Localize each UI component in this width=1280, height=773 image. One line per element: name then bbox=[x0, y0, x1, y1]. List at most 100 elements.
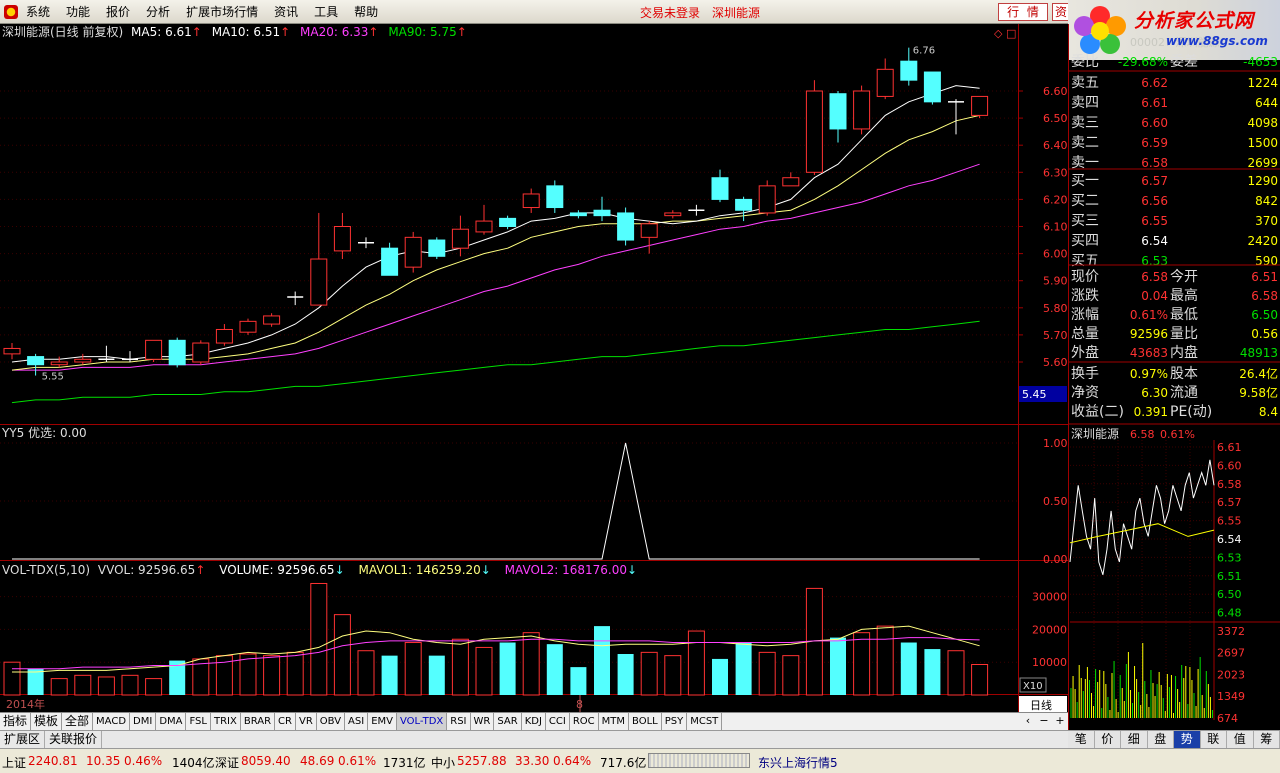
indicator-tab[interactable]: 模板 bbox=[31, 713, 63, 730]
tab-extension-area[interactable]: 扩展区 bbox=[0, 731, 46, 748]
indicator-tab[interactable]: DMI bbox=[130, 713, 157, 730]
candlestick[interactable] bbox=[805, 80, 823, 176]
right-panel-tab[interactable]: 值 bbox=[1227, 731, 1254, 748]
indicator-tab[interactable]: 指标 bbox=[0, 713, 32, 730]
volume-bar-down[interactable] bbox=[27, 668, 44, 695]
volume-bar-up[interactable] bbox=[475, 646, 493, 696]
candlestick[interactable] bbox=[168, 337, 186, 368]
volume-bar-down[interactable] bbox=[499, 642, 516, 695]
zoom-in-icon[interactable]: + bbox=[1052, 713, 1068, 730]
candlestick[interactable] bbox=[617, 207, 635, 246]
volume-bar-up[interactable] bbox=[758, 651, 776, 696]
volume-bar-up[interactable] bbox=[50, 678, 68, 696]
menu-analysis[interactable]: 分析 bbox=[138, 2, 178, 22]
menu-help[interactable]: 帮助 bbox=[346, 2, 386, 22]
candlestick[interactable] bbox=[971, 95, 989, 119]
indicator-tab[interactable]: DMA bbox=[156, 713, 187, 730]
indicator-tab[interactable]: FSL bbox=[186, 713, 211, 730]
indicator-tab[interactable]: BOLL bbox=[629, 713, 662, 730]
indicator-tab[interactable]: CR bbox=[275, 713, 296, 730]
right-panel-tab[interactable]: 盘 bbox=[1148, 731, 1174, 748]
menu-system[interactable]: 系统 bbox=[18, 2, 58, 22]
indicator-tab[interactable]: MCST bbox=[687, 713, 723, 730]
scroll-left-icon[interactable]: ‹ bbox=[1020, 713, 1036, 730]
menu-ext-market[interactable]: 扩展市场行情 bbox=[178, 2, 266, 22]
indicator-tab[interactable]: MACD bbox=[93, 713, 131, 730]
right-panel-tab[interactable]: 筹 bbox=[1254, 731, 1280, 748]
candlestick[interactable] bbox=[758, 180, 776, 216]
volume-bar-up[interactable] bbox=[640, 651, 658, 696]
volume-bar-up[interactable] bbox=[522, 632, 540, 696]
volume-bar-down[interactable] bbox=[712, 658, 728, 695]
indicator-tab[interactable]: MTM bbox=[599, 713, 630, 730]
volume-bar-up[interactable] bbox=[357, 650, 375, 696]
zoom-out-icon[interactable]: − bbox=[1036, 713, 1052, 730]
volume-bar-up[interactable] bbox=[121, 674, 139, 696]
indicator-tab[interactable]: RSI bbox=[447, 713, 471, 730]
quote-button[interactable]: 行 情 bbox=[998, 3, 1048, 21]
volume-bar-down[interactable] bbox=[924, 649, 941, 695]
candlestick[interactable] bbox=[145, 339, 163, 362]
menu-quote[interactable]: 报价 bbox=[98, 2, 138, 22]
app-icon[interactable] bbox=[4, 4, 18, 19]
indicator-tab[interactable]: OBV bbox=[317, 713, 346, 730]
diamond-icon[interactable]: ◇ bbox=[994, 27, 1003, 40]
indicator-tab[interactable]: WR bbox=[471, 713, 495, 730]
indicator-tab[interactable]: 全部 bbox=[62, 713, 94, 730]
indicator-tab[interactable]: TRIX bbox=[211, 713, 241, 730]
volume-bar-up[interactable] bbox=[451, 638, 469, 696]
candlestick[interactable] bbox=[853, 85, 871, 135]
chart-area[interactable]: 深圳能源(日线 前复权) MA5: 6.61↑ MA10: 6.51↑ MA20… bbox=[0, 24, 1068, 712]
volume-bar-down[interactable] bbox=[735, 642, 752, 695]
volume-bar-up[interactable] bbox=[876, 625, 894, 696]
candlestick[interactable] bbox=[923, 71, 941, 105]
volume-bar-up[interactable] bbox=[947, 650, 965, 696]
volume-bar-up[interactable] bbox=[74, 674, 92, 696]
candlestick[interactable] bbox=[428, 237, 446, 260]
volume-bar-up[interactable] bbox=[97, 676, 115, 696]
candlestick[interactable] bbox=[239, 318, 257, 335]
volume-bar-up[interactable] bbox=[310, 582, 328, 696]
volume-bar-down[interactable] bbox=[381, 655, 398, 695]
volume-bar-down[interactable] bbox=[900, 642, 917, 695]
indicator-tab[interactable]: CCI bbox=[546, 713, 570, 730]
indicator-tab[interactable]: SAR bbox=[494, 713, 522, 730]
volume-bar-up[interactable] bbox=[853, 632, 871, 696]
indicator-tab[interactable]: BRAR bbox=[241, 713, 276, 730]
volume-bar-up[interactable] bbox=[286, 651, 304, 696]
indicator-tab[interactable]: VOL-TDX bbox=[396, 713, 448, 730]
login-status[interactable]: 交易未登录 bbox=[640, 4, 700, 21]
right-panel-tab[interactable]: 价 bbox=[1095, 731, 1121, 748]
volume-bar-down[interactable] bbox=[830, 637, 846, 695]
volume-bar-down[interactable] bbox=[570, 667, 587, 695]
right-panel-tab[interactable]: 笔 bbox=[1068, 731, 1095, 748]
indicator-tab[interactable]: ROC bbox=[570, 713, 599, 730]
candlestick[interactable] bbox=[404, 231, 422, 273]
right-panel-tab[interactable]: 势 bbox=[1174, 731, 1201, 748]
right-panel-tab[interactable]: 联 bbox=[1201, 731, 1227, 748]
volume-bar-up[interactable] bbox=[782, 655, 800, 696]
indicator-tab[interactable]: EMV bbox=[368, 713, 397, 730]
right-panel-tab[interactable]: 细 bbox=[1121, 731, 1148, 748]
menu-news[interactable]: 资讯 bbox=[266, 2, 306, 22]
volume-bar-down[interactable] bbox=[594, 626, 610, 695]
volume-bar-down[interactable] bbox=[428, 655, 445, 695]
candlestick[interactable] bbox=[192, 340, 210, 365]
volume-bar-up[interactable] bbox=[971, 663, 989, 696]
volume-bar-up[interactable] bbox=[263, 655, 281, 696]
volume-bar-down[interactable] bbox=[546, 644, 563, 695]
volume-bar-up[interactable] bbox=[404, 642, 422, 696]
indicator-tab[interactable]: PSY bbox=[662, 713, 688, 730]
volume-bar-down[interactable] bbox=[617, 654, 634, 695]
volume-bar-up[interactable] bbox=[145, 678, 163, 696]
volume-bar-up[interactable] bbox=[333, 614, 351, 696]
menu-function[interactable]: 功能 bbox=[58, 2, 98, 22]
server-label[interactable]: 东兴上海行情5 bbox=[758, 754, 838, 771]
volume-bar-up[interactable] bbox=[687, 630, 705, 696]
indicator-tab[interactable]: VR bbox=[296, 713, 317, 730]
small-square-icon[interactable]: □ bbox=[1006, 27, 1016, 40]
volume-bar-up[interactable] bbox=[3, 661, 21, 696]
indicator-tab[interactable]: KDJ bbox=[522, 713, 546, 730]
volume-bar-up[interactable] bbox=[664, 655, 682, 696]
indicator-tab[interactable]: ASI bbox=[345, 713, 369, 730]
